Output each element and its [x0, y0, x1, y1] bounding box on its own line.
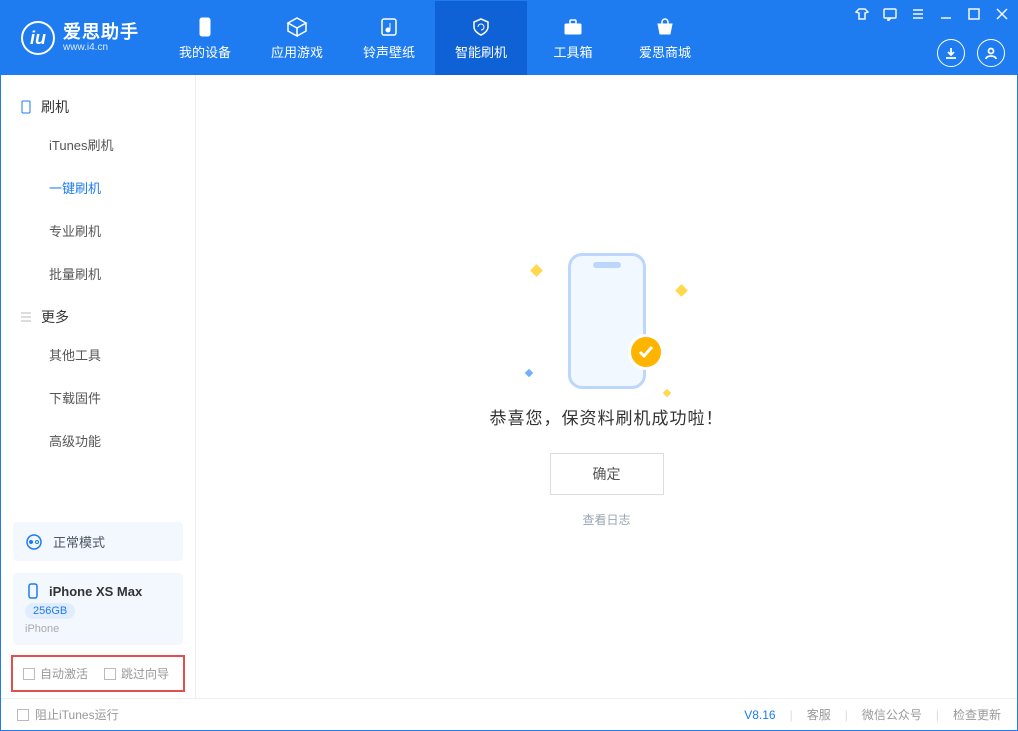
brand-text: 爱思助手 www.i4.cn — [63, 23, 139, 54]
support-link[interactable]: 客服 — [807, 706, 831, 723]
footer: 阻止iTunes运行 V8.16 | 客服 | 微信公众号 | 检查更新 — [1, 698, 1017, 730]
success-illustration — [522, 246, 692, 396]
store-icon — [654, 16, 676, 38]
app-window: iu 爱思助手 www.i4.cn 我的设备 应用游戏 铃声壁纸 智能刷机 — [0, 0, 1018, 731]
sidebar-item-itunes-flash[interactable]: iTunes刷机 — [1, 123, 195, 166]
separator: | — [936, 708, 939, 722]
sidebar-item-batch-flash[interactable]: 批量刷机 — [1, 252, 195, 295]
sidebar-item-other-tools[interactable]: 其他工具 — [1, 333, 195, 376]
tab-label: 智能刷机 — [455, 42, 507, 61]
device-name-row: iPhone XS Max — [25, 583, 171, 599]
maximize-icon[interactable] — [965, 5, 983, 23]
music-icon — [378, 16, 400, 38]
tab-label: 爱思商城 — [639, 42, 691, 61]
main-content: 恭喜您，保资料刷机成功啦！ 确定 查看日志 — [196, 75, 1017, 698]
confirm-button[interactable]: 确定 — [550, 453, 664, 495]
sidebar-item-advanced[interactable]: 高级功能 — [1, 419, 195, 462]
group-label: 刷机 — [41, 97, 69, 117]
skin-icon[interactable] — [853, 5, 871, 23]
version-label: V8.16 — [744, 708, 775, 722]
flash-options-highlighted: 自动激活 跳过向导 — [11, 655, 185, 692]
separator: | — [790, 708, 793, 722]
check-update-link[interactable]: 检查更新 — [953, 706, 1001, 723]
tab-apps-games[interactable]: 应用游戏 — [251, 1, 343, 75]
titlebar: iu 爱思助手 www.i4.cn 我的设备 应用游戏 铃声壁纸 智能刷机 — [1, 1, 1017, 75]
checkbox-label: 自动激活 — [40, 665, 88, 682]
checkbox-block-itunes[interactable]: 阻止iTunes运行 — [17, 706, 119, 723]
sparkle-icon — [662, 388, 670, 396]
sidebar-item-pro-flash[interactable]: 专业刷机 — [1, 209, 195, 252]
tab-store[interactable]: 爱思商城 — [619, 1, 711, 75]
mode-icon — [25, 533, 43, 551]
body: 刷机 iTunes刷机 一键刷机 专业刷机 批量刷机 更多 其他工具 下载固件 … — [1, 75, 1017, 698]
group-label: 更多 — [41, 307, 69, 327]
sparkle-icon — [675, 284, 688, 297]
wechat-link[interactable]: 微信公众号 — [862, 706, 922, 723]
device-type: iPhone — [25, 623, 171, 635]
checkbox-icon — [104, 668, 116, 680]
feedback-icon[interactable] — [881, 5, 899, 23]
sparkle-icon — [524, 368, 532, 376]
nav-tabs: 我的设备 应用游戏 铃声壁纸 智能刷机 工具箱 爱思商城 — [159, 1, 711, 75]
tab-ringtones-wallpapers[interactable]: 铃声壁纸 — [343, 1, 435, 75]
checkbox-icon — [23, 668, 35, 680]
checkbox-icon — [17, 709, 29, 721]
tab-label: 应用游戏 — [271, 42, 323, 61]
user-controls — [937, 39, 1005, 67]
device-name: iPhone XS Max — [49, 584, 142, 599]
brand-logo-icon: iu — [21, 21, 55, 55]
tab-label: 铃声壁纸 — [363, 42, 415, 61]
shield-sync-icon — [470, 16, 492, 38]
brand-subtitle: www.i4.cn — [63, 42, 139, 53]
storage-badge: 256GB — [25, 603, 75, 619]
menu-icon[interactable] — [909, 5, 927, 23]
minimize-icon[interactable] — [937, 5, 955, 23]
checkbox-label: 跳过向导 — [121, 665, 169, 682]
tab-my-device[interactable]: 我的设备 — [159, 1, 251, 75]
phone-illustration — [568, 253, 646, 389]
cube-icon — [286, 16, 308, 38]
separator: | — [845, 708, 848, 722]
sidebar: 刷机 iTunes刷机 一键刷机 专业刷机 批量刷机 更多 其他工具 下载固件 … — [1, 75, 196, 698]
sidebar-scroll: 刷机 iTunes刷机 一键刷机 专业刷机 批量刷机 更多 其他工具 下载固件 … — [1, 75, 195, 516]
download-button[interactable] — [937, 39, 965, 67]
close-icon[interactable] — [993, 5, 1011, 23]
sidebar-item-oneclick-flash[interactable]: 一键刷机 — [1, 166, 195, 209]
tab-smart-flash[interactable]: 智能刷机 — [435, 1, 527, 75]
checkbox-auto-activate[interactable]: 自动激活 — [23, 665, 88, 682]
device-icon — [194, 16, 216, 38]
tab-label: 我的设备 — [179, 42, 231, 61]
checkbox-skip-guide[interactable]: 跳过向导 — [104, 665, 169, 682]
brand-title: 爱思助手 — [63, 23, 139, 43]
sidebar-group-more: 更多 — [1, 295, 195, 333]
toolbox-icon — [562, 16, 584, 38]
success-check-icon — [628, 334, 664, 370]
device-phone-icon — [25, 583, 41, 599]
device-card: iPhone XS Max 256GB iPhone — [13, 573, 183, 645]
sidebar-group-flash: 刷机 — [1, 85, 195, 123]
list-icon — [19, 310, 33, 324]
sparkle-icon — [530, 264, 543, 277]
phone-icon — [19, 100, 33, 114]
account-button[interactable] — [977, 39, 1005, 67]
success-message: 恭喜您，保资料刷机成功啦！ — [490, 404, 724, 429]
mode-status-card: 正常模式 — [13, 522, 183, 561]
brand: iu 爱思助手 www.i4.cn — [1, 1, 159, 75]
tab-toolbox[interactable]: 工具箱 — [527, 1, 619, 75]
tab-label: 工具箱 — [553, 42, 592, 61]
footer-right: V8.16 | 客服 | 微信公众号 | 检查更新 — [744, 706, 1001, 723]
sidebar-item-download-firmware[interactable]: 下载固件 — [1, 376, 195, 419]
checkbox-label: 阻止iTunes运行 — [35, 706, 119, 723]
mode-label: 正常模式 — [53, 532, 105, 551]
window-controls — [853, 5, 1011, 23]
view-log-link[interactable]: 查看日志 — [582, 511, 630, 528]
